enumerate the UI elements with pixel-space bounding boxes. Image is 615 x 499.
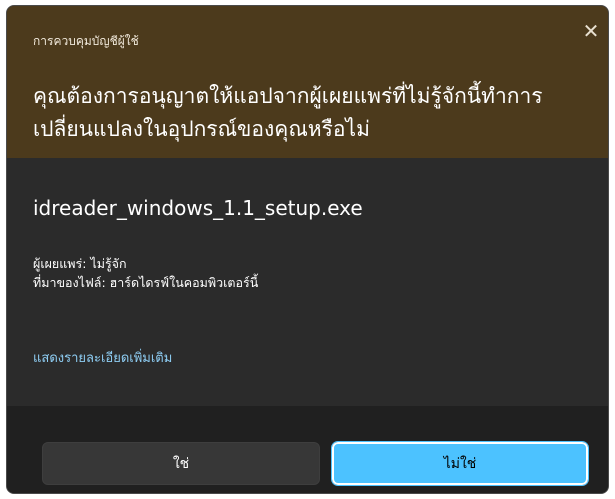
file-origin-info: ที่มาของไฟล์: ฮาร์ดไดรฟ์ในคอมพิวเตอร์นี้ [33, 275, 259, 290]
no-button[interactable]: ไม่ใช่ [331, 441, 589, 486]
program-details: ผู้เผยแพร่: ไม่รู้จัก ที่มาของไฟล์: ฮาร์… [33, 254, 258, 292]
show-more-details-link[interactable]: แสดงรายละเอียดเพิ่มเติม [33, 347, 172, 368]
permission-question: คุณต้องการอนุญาตให้แอปจากผู้เผยแพร่ที่ไม… [33, 84, 543, 141]
yes-button[interactable]: ใช่ [42, 442, 320, 485]
publisher-info: ผู้เผยแพร่: ไม่รู้จัก [33, 256, 127, 271]
program-filename: idreader_windows_1.1_setup.exe [33, 196, 363, 220]
uac-dialog: การควบคุมบัญชีผู้ใช้ ✕ คุณต้องการอนุญาตใ… [6, 5, 609, 494]
dialog-title: การควบคุมบัญชีผู้ใช้ [33, 34, 139, 48]
dialog-footer: ใช่ ไม่ใช่ [7, 406, 608, 493]
close-icon[interactable]: ✕ [580, 20, 602, 42]
dialog-header: การควบคุมบัญชีผู้ใช้ ✕ คุณต้องการอนุญาตใ… [7, 6, 608, 158]
